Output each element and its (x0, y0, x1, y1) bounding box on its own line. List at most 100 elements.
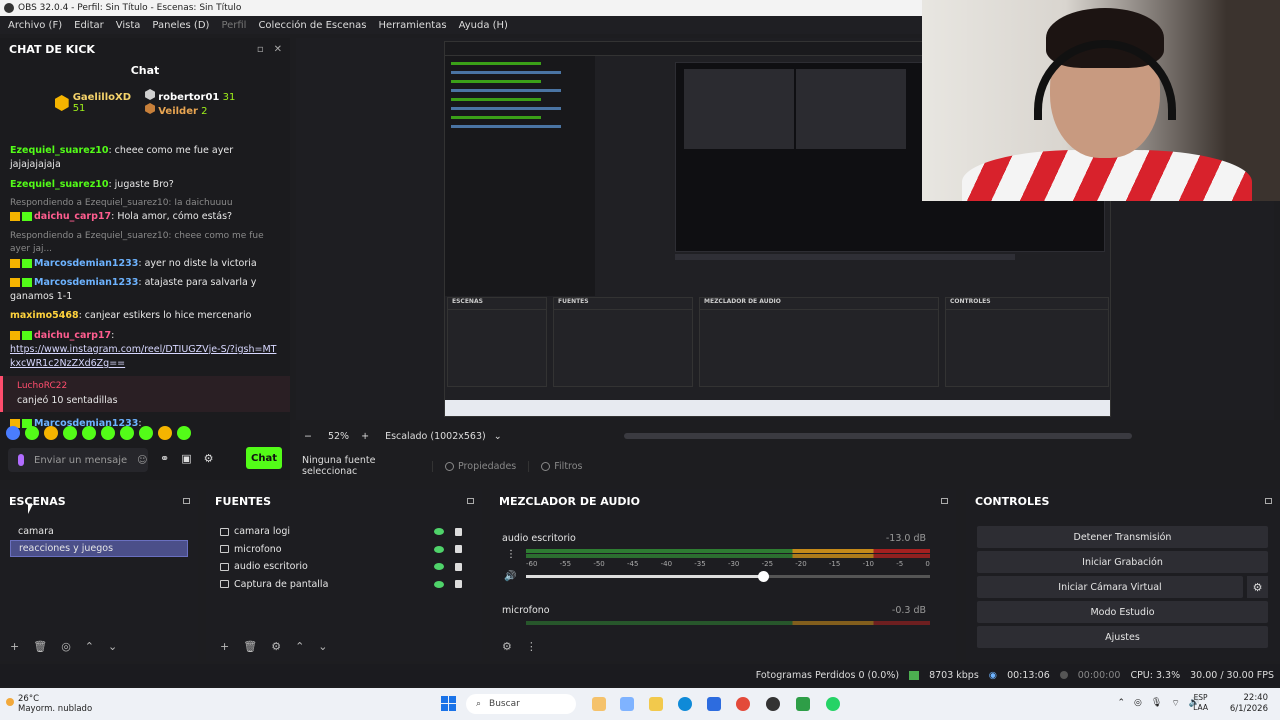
gear-icon[interactable]: ⚙ (271, 640, 281, 653)
more-icon[interactable]: ⋮ (506, 549, 516, 560)
emote-icon[interactable] (158, 426, 172, 440)
chat-message-input[interactable]: Enviar un mensaje ☺ (8, 448, 148, 472)
lock-icon[interactable] (455, 527, 462, 536)
zoom-out-button[interactable]: − (304, 431, 312, 442)
more-icon[interactable]: ⋮ (526, 640, 537, 653)
chat-username[interactable]: maximo5468 (10, 310, 79, 321)
chat-username[interactable]: Marcosdemian1233 (34, 258, 138, 269)
emote-icon[interactable] (177, 426, 191, 440)
settings-icon[interactable]: ⚙ (204, 452, 214, 465)
network-icon[interactable]: ◎ (1134, 698, 1142, 709)
studio-mode-button[interactable]: Modo Estudio (977, 601, 1268, 623)
chat-username[interactable]: Marcosdemian1233 (34, 277, 138, 288)
zoom-in-button[interactable]: + (361, 431, 369, 442)
chat-send-button[interactable]: Chat (246, 447, 282, 469)
eye-icon[interactable] (434, 528, 444, 536)
trash-icon[interactable]: 🗑 (243, 640, 257, 653)
emote-icon[interactable] (139, 426, 153, 440)
taskbar-search[interactable]: ⌕ Buscar (466, 694, 576, 714)
menu-editar[interactable]: Editar (68, 20, 110, 31)
up-arrow-icon[interactable]: ⌃ (295, 640, 304, 653)
start-virtual-camera-button[interactable]: Iniciar Cámara Virtual (977, 576, 1243, 598)
add-icon[interactable]: + (220, 640, 229, 653)
undock-icon[interactable] (467, 498, 474, 504)
menu-coleccion-escenas[interactable]: Colección de Escenas (252, 20, 372, 31)
emoji-icon[interactable]: ☺ (137, 455, 147, 466)
scale-dropdown[interactable]: Escalado (1002x563) (385, 431, 486, 442)
down-arrow-icon[interactable]: ⌄ (108, 640, 117, 653)
up-arrow-icon[interactable]: ⌃ (85, 640, 94, 653)
close-icon[interactable]: ✕ (274, 44, 282, 55)
trash-icon[interactable]: 🗑 (33, 640, 47, 653)
weather-widget[interactable]: 26°C Mayorm. nublado (18, 694, 92, 714)
chrome-icon[interactable] (736, 697, 750, 711)
edge-icon[interactable] (678, 697, 692, 711)
undock-icon[interactable] (183, 498, 190, 504)
eye-icon[interactable] (434, 545, 444, 553)
gift-icon[interactable]: ▣ (181, 452, 191, 465)
source-item[interactable]: camara logi (220, 523, 468, 541)
chat-link[interactable]: https://www.instagram.com/reel/DTIUGZVje… (10, 344, 276, 369)
emote-icon[interactable] (44, 426, 58, 440)
speaker-icon[interactable]: 🔊 (504, 571, 516, 582)
menu-paneles[interactable]: Paneles (D) (146, 20, 215, 31)
settings-button[interactable]: Ajustes (977, 626, 1268, 648)
mic-icon[interactable]: 🎙 (1151, 698, 1162, 709)
source-item[interactable]: Captura de pantalla (220, 576, 468, 594)
chat-username[interactable]: Ezequiel_suarez10 (10, 179, 108, 190)
excel-icon[interactable] (796, 697, 810, 711)
wifi-icon[interactable]: ⌔ (1171, 698, 1179, 709)
mic-icon[interactable] (18, 454, 24, 466)
link-icon[interactable]: ⚭ (160, 452, 169, 465)
menu-archivo[interactable]: Archivo (F) (2, 20, 68, 31)
properties-button[interactable]: Propiedades (432, 460, 528, 472)
chevron-down-icon[interactable]: ⌄ (494, 431, 502, 442)
preview-scrollbar[interactable] (624, 433, 1132, 439)
folder-icon[interactable] (649, 697, 663, 711)
filter-icon[interactable]: ◎ (61, 640, 71, 653)
emote-icon[interactable] (63, 426, 77, 440)
eye-icon[interactable] (434, 563, 444, 571)
emote-icon[interactable] (82, 426, 96, 440)
undock-icon[interactable]: ▫ (257, 44, 264, 55)
virtual-camera-settings-icon[interactable]: ⚙ (1247, 576, 1268, 598)
menu-ayuda[interactable]: Ayuda (H) (453, 20, 514, 31)
emote-icon[interactable] (6, 426, 20, 440)
gear-icon[interactable]: ⚙ (502, 640, 512, 653)
chevron-up-icon[interactable]: ⌃ (1117, 698, 1125, 709)
whatsapp-icon[interactable] (826, 697, 840, 711)
obs-icon[interactable] (766, 697, 780, 711)
scene-item[interactable]: reacciones y juegos (10, 540, 188, 557)
start-icon[interactable] (441, 696, 456, 711)
emote-icon[interactable] (120, 426, 134, 440)
down-arrow-icon[interactable]: ⌄ (318, 640, 327, 653)
stop-streaming-button[interactable]: Detener Transmisión (977, 526, 1268, 548)
start-recording-button[interactable]: Iniciar Grabación (977, 551, 1268, 573)
volume-slider[interactable] (526, 571, 930, 582)
menu-herramientas[interactable]: Herramientas (372, 20, 452, 31)
volume-slider-handle[interactable] (758, 571, 770, 582)
taskbar-clock[interactable]: 22:40 6/1/2026 (1230, 693, 1268, 715)
store-icon[interactable] (707, 697, 721, 711)
emote-icon[interactable] (101, 426, 115, 440)
add-icon[interactable]: + (10, 640, 19, 653)
chat-username[interactable]: daichu_carp17 (34, 330, 111, 341)
copilot-icon[interactable] (620, 697, 634, 711)
emote-icon[interactable] (25, 426, 39, 440)
menu-perfil[interactable]: Perfil (215, 20, 252, 31)
lock-icon[interactable] (455, 545, 462, 554)
lock-icon[interactable] (455, 562, 462, 571)
undock-icon[interactable] (941, 498, 948, 504)
language-indicator[interactable]: ESP LAA (1193, 693, 1208, 713)
eye-icon[interactable] (434, 580, 444, 588)
lock-icon[interactable] (455, 580, 462, 589)
app-icon[interactable] (592, 697, 606, 711)
source-item[interactable]: audio escritorio (220, 558, 468, 576)
menu-vista[interactable]: Vista (110, 20, 147, 31)
chat-username[interactable]: daichu_carp17 (34, 211, 111, 222)
undock-icon[interactable] (1265, 498, 1272, 504)
scene-item[interactable]: camara (10, 523, 188, 540)
chat-username[interactable]: Ezequiel_suarez10 (10, 145, 108, 156)
source-item[interactable]: microfono (220, 541, 468, 559)
filters-button[interactable]: Filtros (528, 460, 594, 472)
